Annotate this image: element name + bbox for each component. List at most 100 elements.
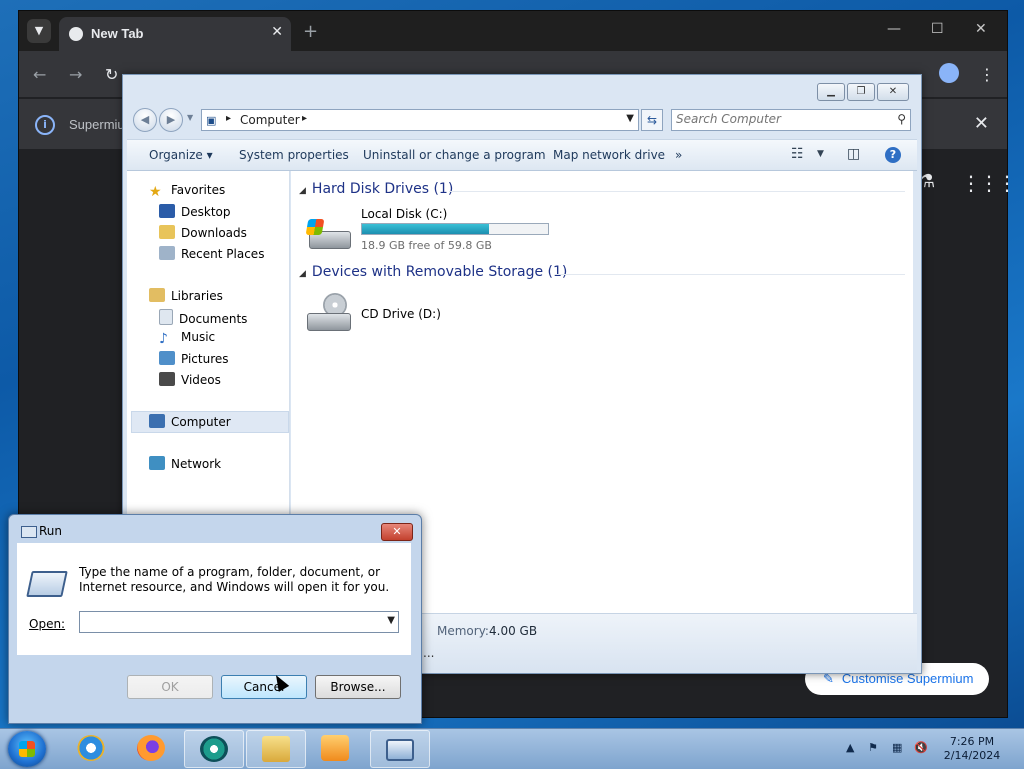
sidebar-item-network[interactable]: Network — [149, 456, 221, 471]
refresh-button[interactable]: ⇆ — [641, 109, 663, 131]
minimize-icon[interactable]: — — [887, 21, 901, 37]
documents-icon — [159, 309, 173, 325]
collapse-triangle-icon[interactable]: ◢ — [299, 269, 306, 279]
network-icon[interactable]: ▦ — [892, 741, 902, 754]
group-divider — [555, 274, 905, 275]
sidebar-item-favorites[interactable]: ★ Favorites — [149, 183, 225, 200]
minimize-icon[interactable]: ▁ — [817, 83, 845, 101]
chevron-down-icon[interactable]: ▼ — [387, 615, 395, 626]
sidebar-item-videos[interactable]: Videos — [159, 372, 221, 387]
close-icon[interactable]: ✕ — [381, 523, 413, 541]
show-hidden-icons-icon[interactable]: ▲ — [846, 741, 854, 754]
downloads-folder-icon — [159, 225, 175, 239]
sidebar-item-music[interactable]: ♪ Music — [159, 330, 215, 347]
clock-date: 2/14/2024 — [943, 749, 1001, 762]
preview-pane-icon[interactable]: ◫ — [847, 146, 860, 162]
run-program-icon — [26, 571, 68, 597]
forward-icon[interactable]: → — [69, 65, 82, 84]
drive-c-free-space: 18.9 GB free of 59.8 GB — [361, 239, 492, 252]
address-bar[interactable]: ▣ ▸ Computer ▸ ▼ — [201, 109, 639, 131]
more-commands-button[interactable]: » — [675, 148, 682, 162]
uninstall-program-button[interactable]: Uninstall or change a program — [363, 148, 546, 162]
drive-c-item[interactable]: Local Disk (C:) 18.9 GB free of 59.8 GB — [305, 207, 565, 257]
drive-c-name: Local Disk (C:) — [361, 207, 448, 221]
search-icon[interactable]: ⚲ — [897, 112, 906, 126]
folder-icon — [262, 736, 290, 762]
run-dialog: Run ✕ Type the name of a program, folder… — [8, 514, 422, 724]
taskbar-explorer[interactable] — [246, 730, 306, 768]
sidebar-item-documents[interactable]: Documents — [159, 309, 247, 326]
taskbar-run[interactable] — [370, 730, 430, 768]
music-icon: ♪ — [159, 331, 168, 347]
drive-c-usage-fill — [362, 224, 490, 234]
group-header-removable[interactable]: ◢ Devices with Removable Storage (1) — [299, 264, 567, 280]
breadcrumb-arrow-icon[interactable]: ▸ — [226, 113, 231, 124]
volume-muted-icon[interactable]: 🔇 — [914, 741, 928, 754]
drive-c-usage-bar — [361, 223, 549, 235]
search-input[interactable] — [676, 111, 886, 127]
taskbar-supermium[interactable] — [184, 730, 244, 768]
open-label: Open: — [29, 617, 66, 631]
apps-grid-icon[interactable]: ⋮⋮⋮ — [961, 171, 1017, 195]
sidebar-item-libraries[interactable]: Libraries — [149, 288, 223, 303]
back-icon[interactable]: ← — [33, 65, 46, 84]
clock[interactable]: 7:26 PM 2/14/2024 — [932, 735, 1012, 763]
profile-avatar-icon[interactable] — [939, 63, 959, 83]
sidebar-item-recent-places[interactable]: Recent Places — [159, 246, 264, 261]
new-tab-button[interactable]: + — [303, 21, 318, 42]
drive-d-item[interactable]: CD Drive (D:) — [305, 289, 505, 339]
taskbar-media-player[interactable] — [306, 730, 364, 766]
maximize-icon[interactable]: ☐ — [931, 21, 944, 37]
close-window-icon[interactable]: ✕ — [975, 21, 987, 37]
network-icon — [149, 456, 165, 470]
memory-value: 4.00 GB — [489, 624, 538, 638]
taskbar-internet-explorer[interactable] — [62, 730, 120, 766]
tab-title: New Tab — [91, 26, 144, 41]
open-combobox[interactable]: ▼ — [79, 611, 399, 633]
open-input[interactable] — [83, 614, 373, 629]
breadcrumb-arrow-icon[interactable]: ▸ — [302, 113, 307, 124]
videos-icon — [159, 372, 175, 386]
reload-icon[interactable]: ↻ — [105, 65, 118, 84]
sidebar-item-pictures[interactable]: Pictures — [159, 351, 229, 366]
map-network-drive-button[interactable]: Map network drive — [553, 148, 665, 162]
forward-button[interactable]: ▶ — [159, 108, 183, 132]
search-box[interactable]: ⚲ — [671, 109, 911, 131]
help-icon[interactable]: ? — [885, 147, 901, 163]
change-view-icon[interactable]: ☷ — [791, 146, 804, 162]
tab-new-tab[interactable]: New Tab ✕ — [59, 17, 291, 51]
menu-kebab-icon[interactable]: ⋮ — [979, 65, 995, 84]
command-bar: Organize ▾ System properties Uninstall o… — [127, 139, 917, 171]
close-infobar-icon[interactable]: ✕ — [974, 113, 989, 134]
close-tab-icon[interactable]: ✕ — [271, 24, 283, 40]
close-icon[interactable]: ✕ — [877, 83, 909, 101]
supermium-icon — [200, 736, 228, 762]
tab-search-button[interactable]: ▼ — [27, 19, 51, 43]
start-button[interactable] — [8, 731, 46, 767]
collapse-triangle-icon[interactable]: ◢ — [299, 186, 306, 196]
restore-icon[interactable]: ❐ — [847, 83, 875, 101]
view-options-arrow-icon[interactable]: ▼ — [817, 149, 824, 159]
taskbar-firefox[interactable] — [122, 730, 180, 766]
sidebar-item-downloads[interactable]: Downloads — [159, 225, 247, 240]
clock-time: 7:26 PM — [949, 735, 995, 748]
recent-pages-arrow-icon[interactable]: ▼ — [187, 113, 193, 122]
address-row: ◀ ▶ ▼ ▣ ▸ Computer ▸ ▼ ⇆ ⚲ — [131, 107, 913, 133]
internet-explorer-icon — [77, 735, 105, 761]
group-header-hard-disk[interactable]: ◢ Hard Disk Drives (1) — [299, 181, 453, 197]
system-properties-button[interactable]: System properties — [239, 148, 349, 162]
ok-button[interactable]: OK — [127, 675, 213, 699]
computer-icon — [149, 414, 165, 428]
action-center-flag-icon[interactable]: ⚑ — [868, 741, 878, 754]
group-divider — [449, 191, 905, 192]
browse-button[interactable]: Browse... — [315, 675, 401, 699]
cancel-button[interactable]: Cancel — [221, 675, 307, 699]
back-button[interactable]: ◀ — [133, 108, 157, 132]
desktop-icon — [159, 204, 175, 218]
sidebar-item-computer[interactable]: Computer — [149, 414, 231, 429]
organize-button[interactable]: Organize ▾ — [149, 148, 213, 162]
sidebar-item-desktop[interactable]: Desktop — [159, 204, 231, 219]
address-dropdown-icon[interactable]: ▼ — [626, 113, 634, 124]
run-dialog-title: Run — [39, 524, 63, 538]
taskbar: ▲ ⚑ ▦ 🔇 7:26 PM 2/14/2024 — [0, 728, 1024, 769]
